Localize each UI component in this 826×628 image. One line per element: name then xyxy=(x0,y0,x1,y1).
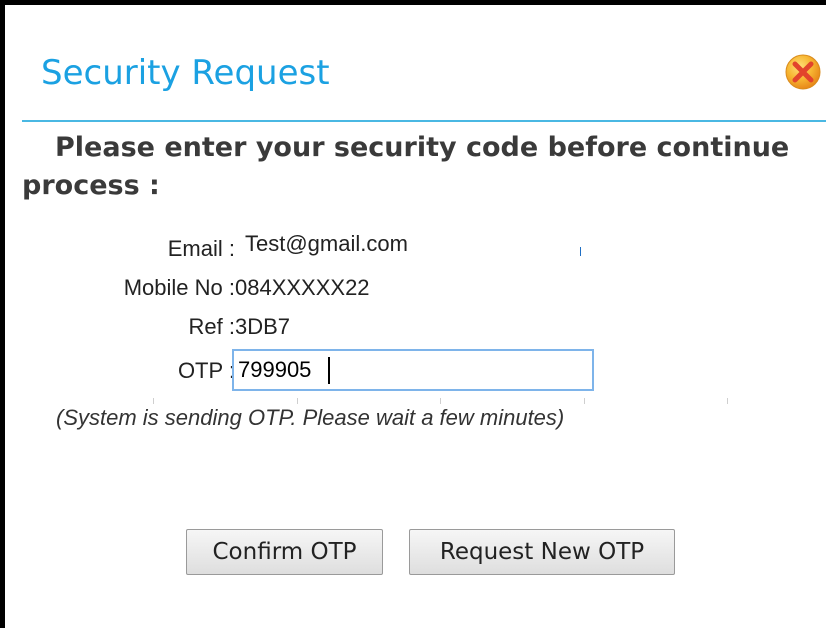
mobile-label: Mobile No : xyxy=(123,275,235,300)
grid-tick xyxy=(153,398,154,404)
otp-input[interactable] xyxy=(232,349,594,391)
grid-tick xyxy=(727,398,728,404)
text-caret xyxy=(328,357,330,384)
request-new-otp-button[interactable]: Request New OTP xyxy=(409,529,675,575)
dialog-title: Security Request xyxy=(41,53,330,93)
security-request-dialog: Security Request Please enter your secur… xyxy=(0,0,826,628)
otp-status-note: (System is sending OTP. Please wait a fe… xyxy=(56,405,565,430)
grid-tick xyxy=(440,398,441,404)
email-label: Email : xyxy=(167,236,235,261)
mobile-value: 084XXXXX22 xyxy=(235,275,370,300)
instruction-text: Please enter your security code before c… xyxy=(22,132,790,201)
close-icon[interactable] xyxy=(784,53,822,91)
ref-label: Ref : xyxy=(188,314,235,339)
grid-tick xyxy=(297,398,298,404)
grid-tick xyxy=(584,398,585,404)
cursor-artifact xyxy=(580,247,581,256)
ref-value: 3DB7 xyxy=(235,314,291,339)
otp-label: OTP : xyxy=(177,358,235,383)
email-value: Test@gmail.com xyxy=(245,231,408,256)
title-divider xyxy=(22,120,826,122)
confirm-otp-button[interactable]: Confirm OTP xyxy=(186,529,383,575)
